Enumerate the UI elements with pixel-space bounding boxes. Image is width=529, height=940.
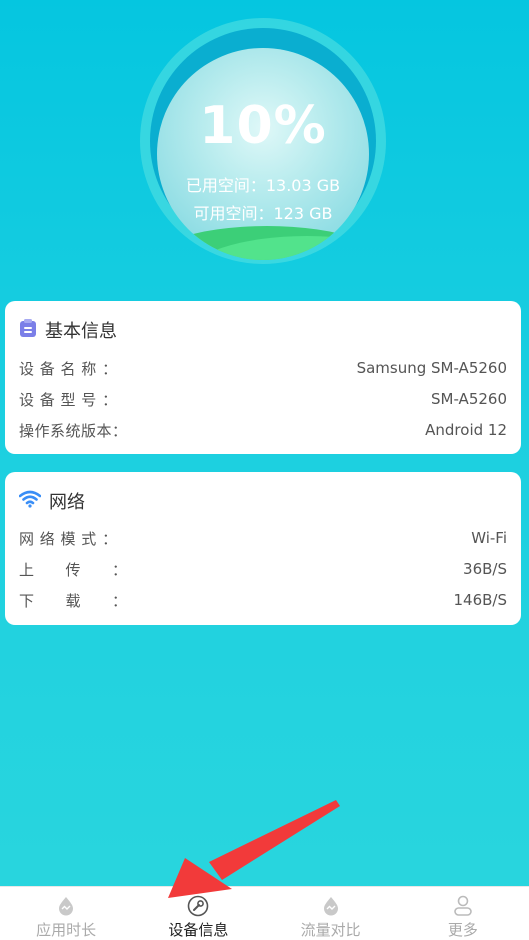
clipboard-icon xyxy=(19,318,37,342)
row-label: 下 载 ： xyxy=(19,591,128,610)
nav-item-more[interactable]: 更多 xyxy=(397,887,529,940)
used-space: 已用空间：13.03 GB xyxy=(185,176,341,195)
info-row-os-version: 操作系统版本： Android 12 xyxy=(19,419,507,441)
person-icon xyxy=(451,895,475,917)
nav-item-device-info[interactable]: 设备信息 xyxy=(132,887,264,940)
network-row-mode: 网 络 模 式 ： Wi-Fi xyxy=(19,527,507,549)
network-row-upload: 上 传 ： 36B/S xyxy=(19,558,507,580)
row-value: 36B/S xyxy=(463,560,507,578)
wifi-icon xyxy=(18,490,42,512)
network-row-download: 下 载 ： 146B/S xyxy=(19,589,507,611)
drop-icon xyxy=(54,895,78,917)
drop-icon xyxy=(319,895,343,917)
row-label: 上 传 ： xyxy=(19,560,128,579)
nav-label: 流量对比 xyxy=(300,921,361,939)
nav-label: 更多 xyxy=(447,921,478,939)
bottom-nav: 应用时长 设备信息 流量对比 更多 xyxy=(0,886,529,940)
basic-info-card: 基本信息 设 备 名 称 ： Samsung SM-A5260 设 备 型 号 … xyxy=(5,301,521,454)
row-label: 设 备 名 称 ： xyxy=(19,359,118,378)
nav-item-traffic-compare[interactable]: 流量对比 xyxy=(265,887,397,940)
row-label: 操作系统版本： xyxy=(19,421,128,440)
row-value: Wi-Fi xyxy=(471,529,507,547)
basic-info-header: 基本信息 xyxy=(19,317,117,343)
info-row-device-model: 设 备 型 号 ： SM-A5260 xyxy=(19,388,507,410)
row-label: 网 络 模 式 ： xyxy=(19,529,118,548)
network-card: 网络 网 络 模 式 ： Wi-Fi 上 传 ： 36B/S 下 载 ： 146… xyxy=(5,472,521,625)
nav-item-app-usage[interactable]: 应用时长 xyxy=(0,887,132,940)
row-value: SM-A5260 xyxy=(431,390,507,408)
network-title: 网络 xyxy=(49,492,85,513)
wrench-icon xyxy=(186,895,210,917)
row-value: 146B/S xyxy=(453,591,508,609)
storage-percent: 10% xyxy=(199,96,327,156)
row-label: 设 备 型 号 ： xyxy=(19,390,118,409)
available-space: 可用空间：123 GB xyxy=(193,204,333,223)
info-row-device-name: 设 备 名 称 ： Samsung SM-A5260 xyxy=(19,357,507,379)
nav-label: 设备信息 xyxy=(168,921,229,939)
network-header: 网络 xyxy=(18,488,85,514)
nav-label: 应用时长 xyxy=(36,921,97,939)
row-value: Samsung SM-A5260 xyxy=(356,359,507,377)
basic-info-title: 基本信息 xyxy=(45,321,117,342)
row-value: Android 12 xyxy=(425,421,507,439)
